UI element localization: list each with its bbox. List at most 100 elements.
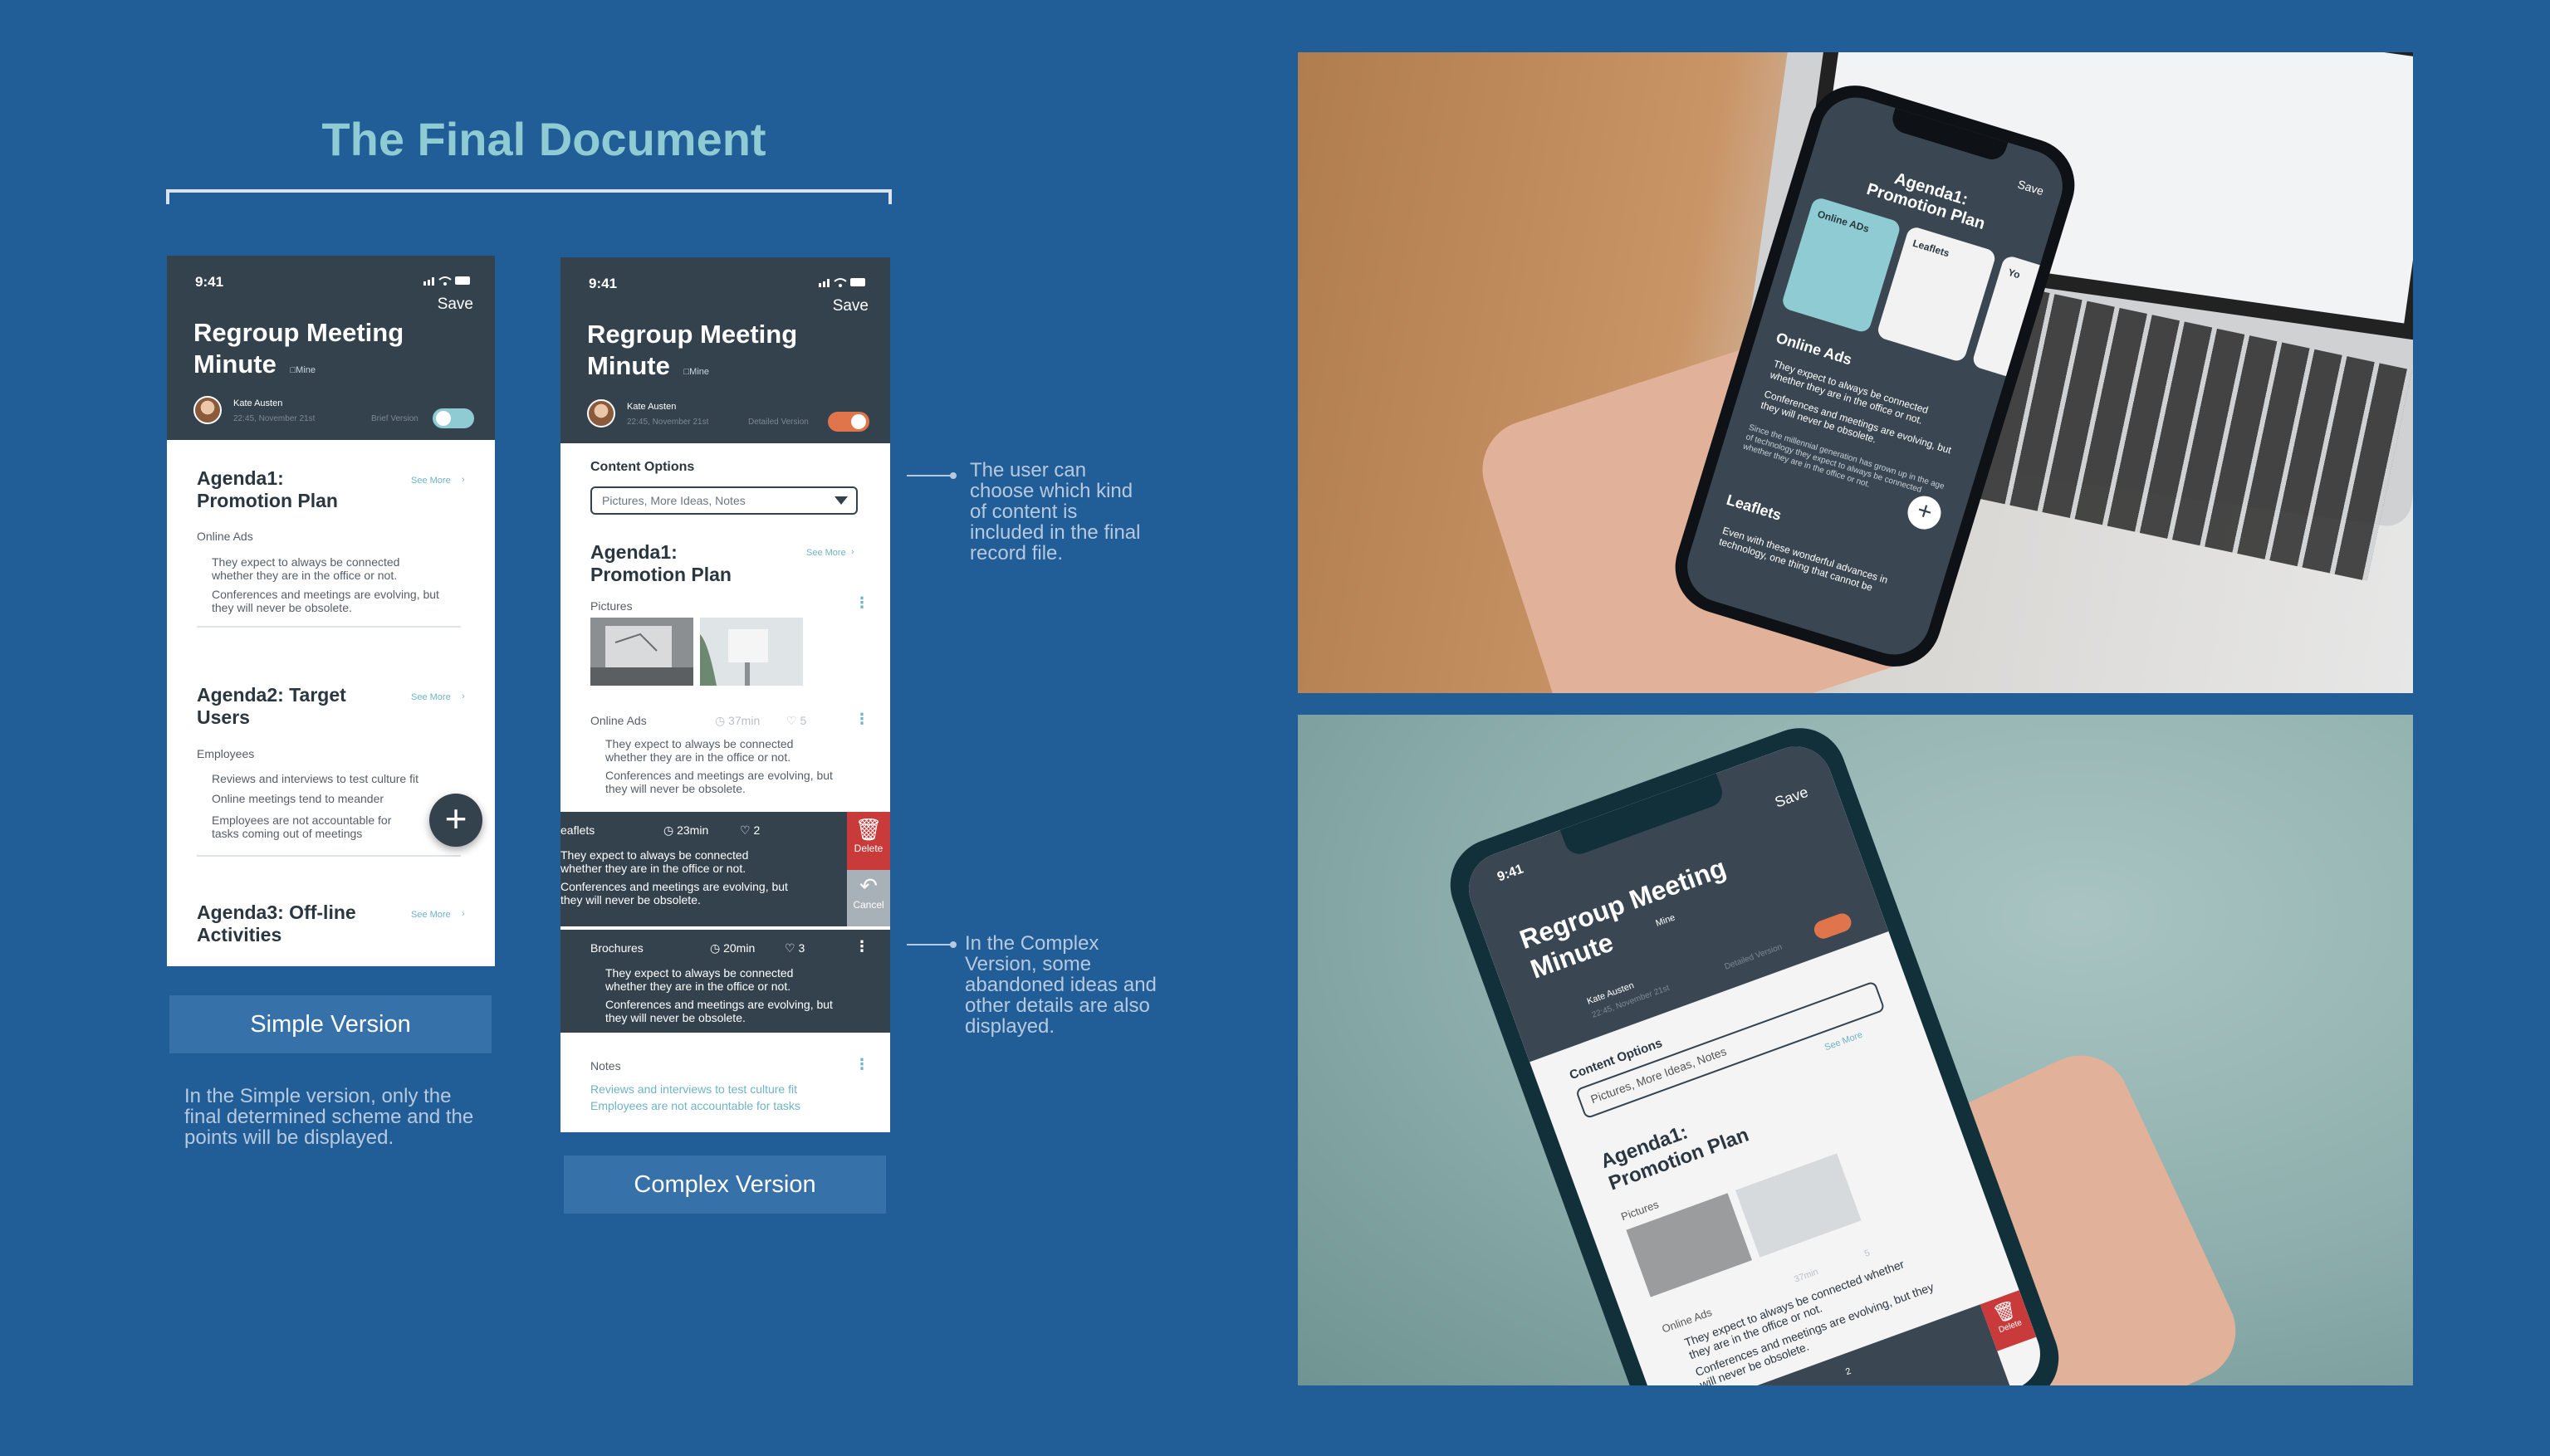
picture-thumbnail[interactable]	[590, 618, 693, 686]
duration-value: 37min	[728, 714, 761, 727]
version-label: Brief Version	[371, 414, 418, 423]
notes-label: Notes	[590, 1059, 621, 1072]
agenda-subtitle: Employees	[197, 747, 255, 760]
idea-point: They expect to always be connected wheth…	[560, 848, 749, 875]
phone-save: Save	[2016, 177, 2046, 198]
complex-version-button[interactable]: Complex Version	[564, 1156, 886, 1214]
pictures-label: Pictures	[590, 599, 633, 613]
phone-section-title: Leaflets	[1724, 491, 1784, 524]
version-toggle[interactable]	[828, 412, 869, 432]
agenda-point: Online meetings tend to meander	[212, 792, 384, 805]
annotation-connector	[907, 475, 953, 476]
leaflets-idea-row[interactable]: eaflets ◷ 23min ♡ 2 They expect to alway…	[560, 812, 847, 926]
chevron-right-icon: ›	[462, 691, 465, 701]
note-line: Reviews and interviews to test culture f…	[590, 1082, 797, 1096]
chevron-down-icon	[835, 496, 848, 505]
idea-point: Conferences and meetings are evolving, b…	[605, 769, 833, 795]
annotation-content-options: The user can choose which kind of conten…	[970, 459, 1141, 564]
chevron-right-icon: ›	[851, 547, 854, 557]
see-more-link[interactable]: See More	[411, 476, 451, 486]
simple-version-caption: In the Simple version, only the final de…	[184, 1085, 474, 1149]
complex-version-screen: 9:41 Save Regroup Meeting Minute □Mine K…	[560, 257, 890, 1132]
document-header: 9:41 Save Regroup Meeting Minute □Mine K…	[167, 256, 495, 440]
content-options-select[interactable]: Pictures, More Ideas, Notes	[590, 486, 858, 515]
status-time: 9:41	[195, 274, 224, 290]
phone-screen: 9:41 Save Regroup Meeting Minute Mine Ka…	[1458, 736, 2051, 1385]
duration-value: 20min	[723, 941, 756, 955]
agenda-title: Agenda1: Promotion Plan	[590, 541, 732, 585]
version-toggle[interactable]	[433, 408, 474, 428]
content-options-value: Pictures, More Ideas, Notes	[602, 494, 746, 507]
idea-point: Conferences and meetings are evolving, b…	[560, 880, 788, 906]
chevron-right-icon: ›	[462, 909, 465, 919]
duration: ◷ 20min	[710, 941, 756, 955]
annotation-connector	[907, 944, 953, 945]
likes: ♡ 3	[785, 941, 805, 955]
agenda-title: Agenda1: Promotion Plan	[197, 467, 338, 511]
mine-tag: □Mine	[290, 365, 316, 375]
document-date: 22:45, November 21st	[627, 418, 709, 427]
card-title: Leaflets	[1911, 237, 1951, 260]
save-button[interactable]: Save	[833, 297, 869, 315]
annotation-dot	[950, 941, 957, 948]
brochures-idea-row[interactable]: Brochures ◷ 20min ♡ 3 ⋮ They expect to a…	[560, 930, 890, 1033]
content-options-label: Content Options	[590, 460, 695, 474]
phone-see-more: See More	[1823, 1029, 1864, 1053]
author-name: Kate Austen	[233, 398, 283, 408]
picture-thumbnail[interactable]	[700, 618, 803, 686]
likes-count: 2	[753, 823, 761, 837]
save-button[interactable]: Save	[438, 296, 473, 314]
card-title: Online ADs	[1816, 208, 1871, 235]
more-options-icon[interactable]: ⋮	[854, 1056, 869, 1073]
delete-button[interactable]: 🗑 Delete	[847, 812, 890, 870]
duration: ◷ 23min	[663, 823, 709, 837]
see-more-link[interactable]: See More	[411, 692, 451, 702]
phone-agenda: Agenda1: Promotion Plan	[1598, 1121, 1752, 1195]
divider	[197, 855, 461, 857]
page-heading: The Final Document	[321, 113, 766, 165]
more-options-icon[interactable]: ⋮	[854, 594, 869, 612]
likes-count: 3	[798, 941, 805, 955]
agenda-title: Agenda3: Off-line Activities	[197, 901, 356, 945]
see-more-link[interactable]: See More	[806, 548, 846, 558]
more-options-icon[interactable]: ⋮	[854, 711, 869, 728]
smartphone: 9:41 Save Regroup Meeting Minute Mine Ka…	[1437, 715, 2072, 1385]
more-options-icon[interactable]: ⋮	[854, 938, 869, 955]
cancel-label: Cancel	[853, 899, 884, 911]
annotation-dot	[950, 472, 957, 479]
leaflets-label: eaflets	[560, 823, 595, 837]
cancel-button[interactable]: ↶ Cancel	[847, 870, 890, 926]
agenda-point: Employees are not accountable for tasks …	[212, 814, 392, 840]
agenda-point: Reviews and interviews to test culture f…	[212, 772, 418, 785]
see-more-link[interactable]: See More	[411, 910, 451, 920]
likes-count: 5	[800, 714, 807, 727]
status-icons	[423, 276, 470, 286]
mine-label: Mine	[296, 365, 316, 375]
status-time: 9:41	[589, 276, 618, 291]
photo-phone-on-sofa: 9:41 Save Regroup Meeting Minute Mine Ka…	[1298, 715, 2413, 1385]
phone-ads-likes: 5	[1862, 1248, 1872, 1259]
trash-icon: 🗑	[854, 817, 883, 842]
add-fab-button[interactable]: +	[429, 794, 482, 847]
brochures-label: Brochures	[590, 941, 644, 955]
idea-point: They expect to always be connected wheth…	[605, 966, 794, 993]
annotation-complex-version: In the Complex Version, some abandoned i…	[965, 932, 1157, 1038]
duration: ◷ 37min	[715, 714, 761, 727]
mine-label: Mine	[689, 367, 709, 377]
phone-bullet: Even with these wonderful advances in te…	[1717, 524, 1890, 594]
simple-version-button[interactable]: Simple Version	[169, 995, 492, 1053]
chevron-right-icon: ›	[462, 475, 465, 485]
document-date: 22:45, November 21st	[233, 414, 316, 423]
heading-bracket	[166, 189, 892, 204]
document-title: Regroup Meeting Minute □Mine	[193, 317, 443, 386]
phone-screen: Save Agenda1: Promotion Plan Online ADs …	[1678, 88, 2072, 664]
agenda-point: They expect to always be connected wheth…	[212, 555, 400, 582]
agenda-title: Agenda2: Target Users	[197, 684, 346, 728]
author-name: Kate Austen	[627, 402, 677, 412]
idea-point: Conferences and meetings are evolving, b…	[605, 998, 833, 1024]
toggle-knob	[436, 411, 451, 426]
duration-value: 23min	[677, 823, 709, 837]
avatar	[193, 396, 222, 424]
likes: ♡ 2	[740, 823, 761, 837]
online-ads-label: Online Ads	[590, 714, 647, 727]
